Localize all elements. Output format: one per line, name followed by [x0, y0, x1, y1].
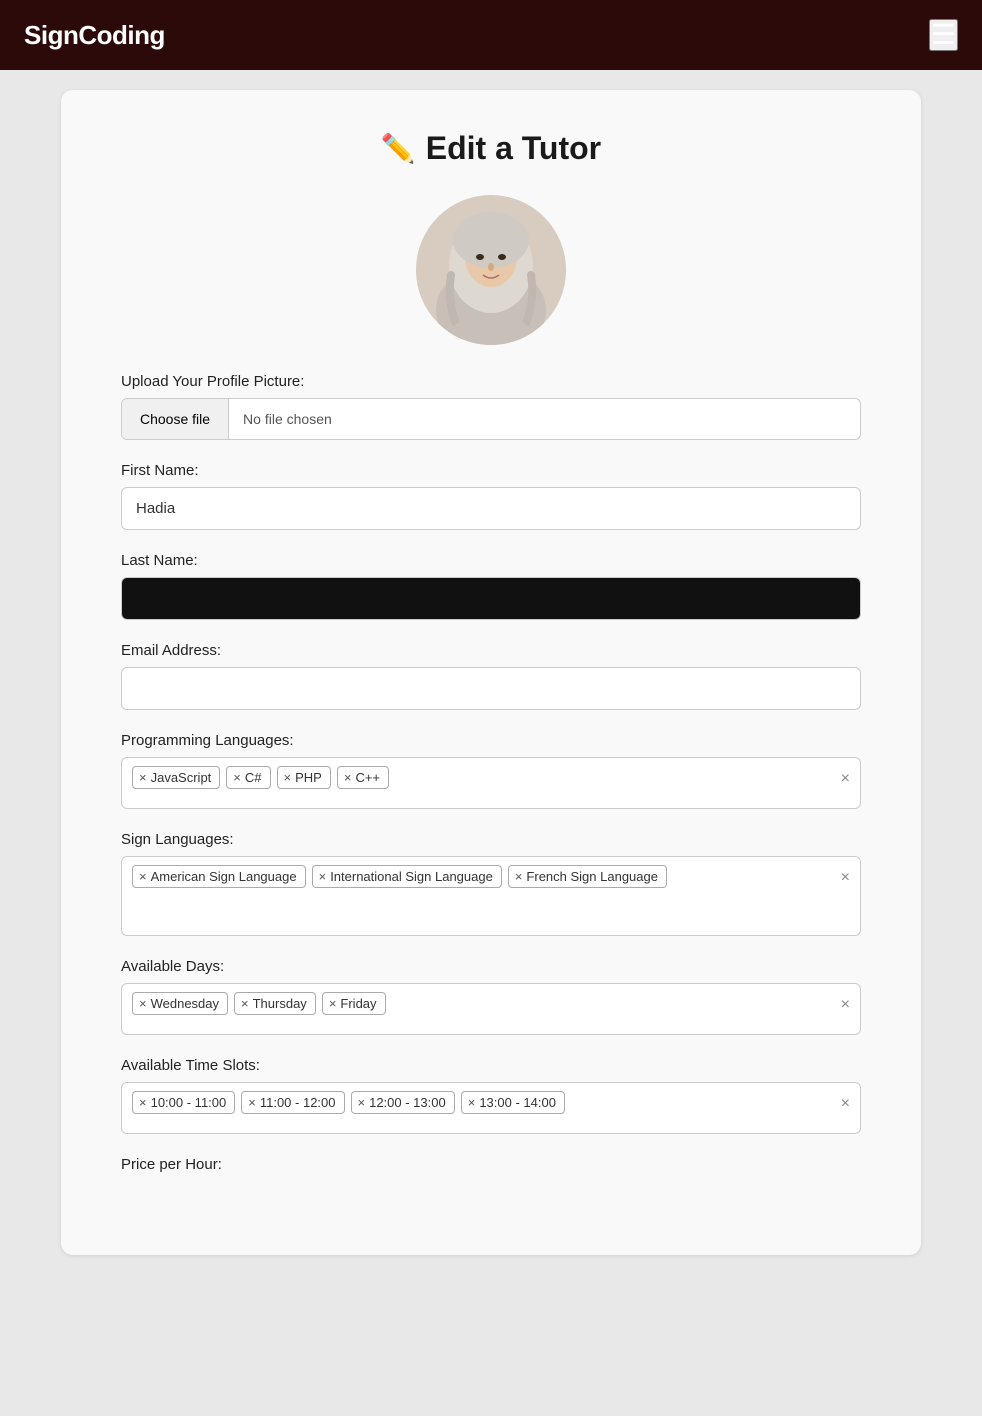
tag-isl: × International Sign Language: [312, 865, 502, 888]
clear-available-days[interactable]: ×: [841, 996, 850, 1014]
tag-wednesday: × Wednesday: [132, 992, 228, 1015]
remove-javascript[interactable]: ×: [139, 771, 147, 784]
available-days-label: Available Days:: [121, 958, 861, 975]
file-input-wrapper[interactable]: Choose file No file chosen: [121, 398, 861, 440]
tag-slot-1100: × 11:00 - 12:00: [241, 1091, 344, 1114]
remove-friday[interactable]: ×: [329, 997, 337, 1010]
email-input[interactable]: [121, 667, 861, 710]
available-time-slots-group: Available Time Slots: × 10:00 - 11:00 × …: [121, 1057, 861, 1134]
remove-asl[interactable]: ×: [139, 870, 147, 883]
tag-slot-1300: × 13:00 - 14:00: [461, 1091, 565, 1114]
menu-button[interactable]: ☰: [929, 19, 958, 51]
remove-isl[interactable]: ×: [319, 870, 327, 883]
clear-programming-languages[interactable]: ×: [841, 770, 850, 788]
tag-php: × PHP: [277, 766, 331, 789]
remove-slot-1200[interactable]: ×: [358, 1096, 366, 1109]
logo: SignCoding: [24, 20, 165, 51]
last-name-group: Last Name:: [121, 552, 861, 620]
remove-slot-1000[interactable]: ×: [139, 1096, 147, 1109]
clear-time-slots[interactable]: ×: [841, 1095, 850, 1113]
available-days-field[interactable]: × Wednesday × Thursday × Friday ×: [121, 983, 861, 1035]
tag-fsl: × French Sign Language: [508, 865, 667, 888]
sign-languages-group: Sign Languages: × American Sign Language…: [121, 831, 861, 936]
tag-friday: × Friday: [322, 992, 386, 1015]
email-label: Email Address:: [121, 642, 861, 659]
remove-fsl[interactable]: ×: [515, 870, 523, 883]
first-name-label: First Name:: [121, 462, 861, 479]
remove-slot-1300[interactable]: ×: [468, 1096, 476, 1109]
header: SignCoding ☰: [0, 0, 982, 70]
page-title-text: Edit a Tutor: [426, 130, 601, 167]
available-days-group: Available Days: × Wednesday × Thursday ×…: [121, 958, 861, 1035]
price-per-hour-group: Price per Hour:: [121, 1156, 861, 1173]
last-name-input[interactable]: [121, 577, 861, 620]
programming-languages-field[interactable]: × JavaScript × C# × PHP × C++ ×: [121, 757, 861, 809]
programming-languages-label: Programming Languages:: [121, 732, 861, 749]
tag-thursday: × Thursday: [234, 992, 316, 1015]
upload-label: Upload Your Profile Picture:: [121, 373, 861, 390]
remove-wednesday[interactable]: ×: [139, 997, 147, 1010]
first-name-input[interactable]: [121, 487, 861, 530]
page-wrapper: ✏️ Edit a Tutor: [0, 70, 982, 1275]
avatar-image: [416, 195, 566, 345]
tag-javascript: × JavaScript: [132, 766, 220, 789]
sign-languages-field[interactable]: × American Sign Language × International…: [121, 856, 861, 936]
price-per-hour-label: Price per Hour:: [121, 1156, 861, 1173]
upload-group: Upload Your Profile Picture: Choose file…: [121, 373, 861, 440]
page-title: ✏️ Edit a Tutor: [121, 130, 861, 167]
form-card: ✏️ Edit a Tutor: [61, 90, 921, 1255]
tag-slot-1200: × 12:00 - 13:00: [351, 1091, 455, 1114]
remove-cpp[interactable]: ×: [344, 771, 352, 784]
remove-thursday[interactable]: ×: [241, 997, 249, 1010]
last-name-label: Last Name:: [121, 552, 861, 569]
remove-slot-1100[interactable]: ×: [248, 1096, 256, 1109]
clear-sign-languages[interactable]: ×: [841, 869, 850, 887]
tag-slot-1000: × 10:00 - 11:00: [132, 1091, 235, 1114]
remove-csharp[interactable]: ×: [233, 771, 241, 784]
choose-file-button[interactable]: Choose file: [122, 399, 229, 439]
remove-php[interactable]: ×: [284, 771, 292, 784]
tag-cpp: × C++: [337, 766, 389, 789]
available-time-slots-label: Available Time Slots:: [121, 1057, 861, 1074]
tag-asl: × American Sign Language: [132, 865, 306, 888]
email-group: Email Address:: [121, 642, 861, 710]
sign-languages-label: Sign Languages:: [121, 831, 861, 848]
available-time-slots-field[interactable]: × 10:00 - 11:00 × 11:00 - 12:00 × 12:00 …: [121, 1082, 861, 1134]
first-name-group: First Name:: [121, 462, 861, 530]
file-no-chosen-text: No file chosen: [229, 399, 860, 439]
pencil-icon: ✏️: [381, 132, 416, 165]
programming-languages-group: Programming Languages: × JavaScript × C#…: [121, 732, 861, 809]
avatar-container: [121, 195, 861, 345]
tag-csharp: × C#: [226, 766, 270, 789]
avatar: [416, 195, 566, 345]
